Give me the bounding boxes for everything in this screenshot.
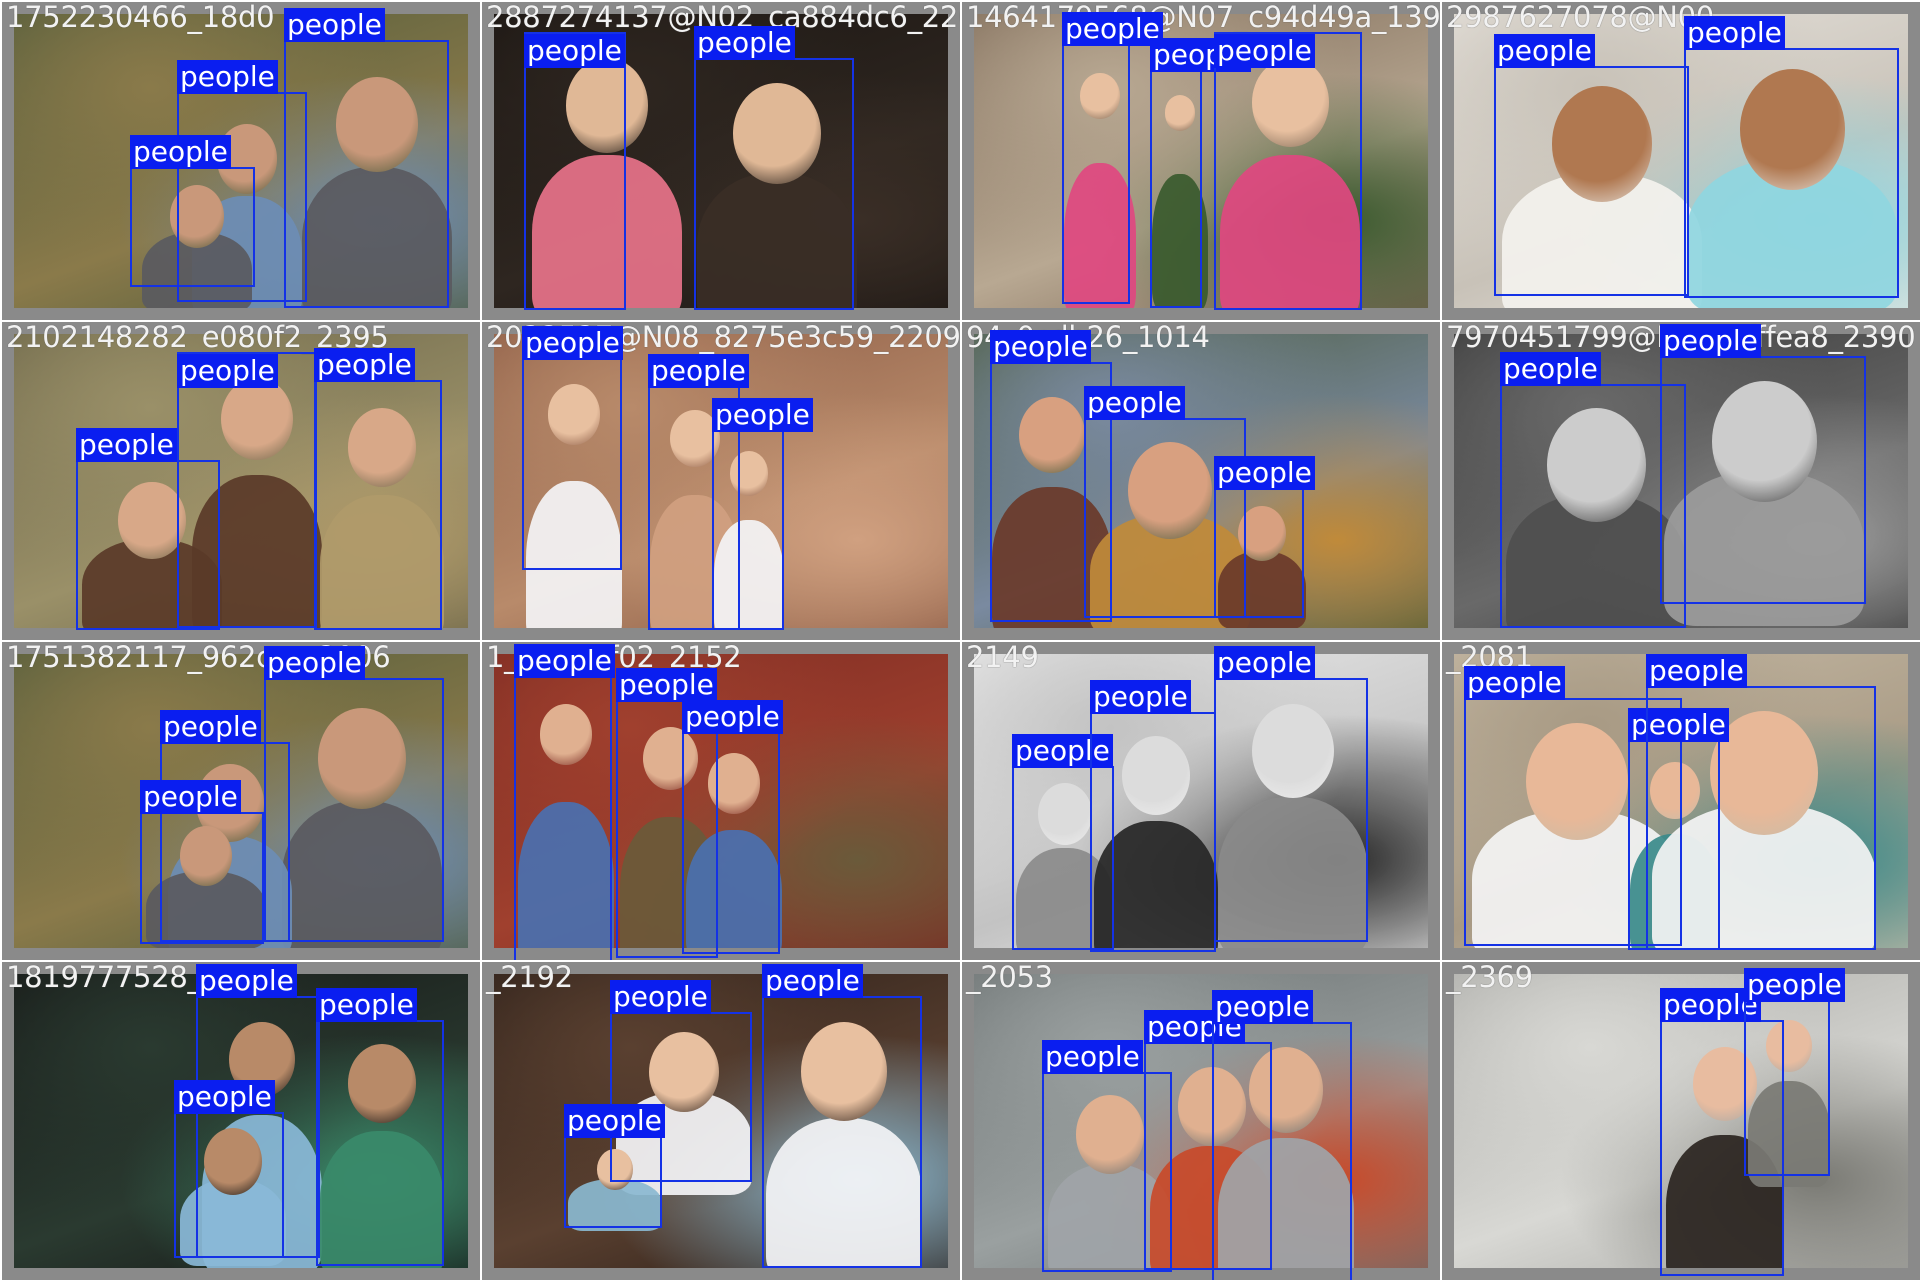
bounding-box: people (1646, 654, 1876, 950)
class-label: people (524, 34, 625, 68)
class-label: people (76, 428, 177, 462)
class-label: people (177, 354, 278, 388)
class-label: people (1500, 352, 1601, 386)
bounding-box: people (140, 780, 264, 944)
class-label: people (1214, 646, 1315, 680)
class-label: people (682, 700, 783, 734)
class-label: people (1042, 1040, 1143, 1074)
bounding-box: people (316, 988, 444, 1266)
class-label: people (160, 710, 261, 744)
tile-1: 1752230466_18d0 people people people (2, 2, 480, 320)
class-label: people (177, 60, 278, 94)
tile-14: _2192 people people people (482, 962, 960, 1280)
filename-label: _2192 (486, 962, 573, 994)
bounding-box: people (514, 644, 615, 960)
bounding-box: people (712, 398, 813, 630)
filename-label: 1752230466_18d0 (6, 2, 275, 34)
tile-15: _2053 people people people (962, 962, 1440, 1280)
bounding-box: people (1214, 456, 1315, 618)
tile-4: 2987627078@N00 people people (1442, 2, 1920, 320)
class-label: people (610, 980, 711, 1014)
class-label: people (316, 988, 417, 1022)
class-label: people (130, 135, 231, 169)
class-label: people (284, 8, 385, 42)
tile-16: _2369 people people (1442, 962, 1920, 1280)
bounding-box: people (682, 700, 783, 954)
bounding-box: people (1744, 968, 1845, 1176)
bounding-box: people (524, 32, 626, 310)
tile-5: 2102148282_e080f2_2395 people people people (2, 322, 480, 640)
filename-label: _2053 (966, 962, 1053, 994)
class-label: people (140, 780, 241, 814)
class-label: people (564, 1104, 665, 1138)
image-mosaic: 1752230466_18d0 people people people 2887274… (0, 0, 1920, 1280)
bounding-box: people (1062, 12, 1163, 304)
filename-label: 2149 (966, 642, 1039, 674)
tile-6: 2022527@N08_8275e3c59_2209 people people pe… (482, 322, 960, 640)
bounding-box: people (762, 964, 922, 1268)
bounding-box: people (174, 1080, 284, 1258)
class-label: people (1090, 680, 1191, 714)
tile-12: _2081 people people people (1442, 642, 1920, 960)
class-label: people (1464, 666, 1565, 700)
tile-2: 2887274137@N02_ca884dc6_2201 people people (482, 2, 960, 320)
bounding-box: people (1500, 352, 1686, 628)
class-label: people (762, 964, 863, 998)
class-label: people (990, 330, 1091, 364)
bounding-box: people (1090, 680, 1216, 952)
bounding-box: people (1684, 16, 1899, 298)
class-label: people (1494, 34, 1595, 68)
class-label: people (314, 348, 415, 382)
class-label: people (514, 644, 615, 678)
tile-11: 2149 people people people (962, 642, 1440, 960)
bounding-box: people (284, 8, 449, 308)
class-label: people (522, 326, 623, 360)
bounding-box: people (1212, 990, 1352, 1280)
bounding-box: people (264, 646, 444, 942)
class-label: people (174, 1080, 275, 1114)
bounding-box: people (1660, 324, 1866, 604)
bounding-box: people (1494, 34, 1689, 296)
class-label: people (1084, 386, 1185, 420)
bounding-box: people (76, 428, 220, 630)
bounding-box: people (1150, 38, 1251, 308)
bounding-box: people (522, 326, 623, 570)
bounding-box: people (130, 135, 255, 287)
class-label: people (1646, 654, 1747, 688)
tile-8: 7970451799@N00_efffea8_2390peoplepeople (1442, 322, 1920, 640)
tile-13: 1819777528_2152 people people people (2, 962, 480, 1280)
class-label: people (1214, 456, 1315, 490)
class-label: people (1062, 12, 1163, 46)
class-label: people (1684, 16, 1785, 50)
filename-label: _2369 (1446, 962, 1533, 994)
class-label: people (264, 646, 365, 680)
class-label: people (1660, 324, 1761, 358)
tile-7: 94_0cdb26_1014peoplepeoplepeople (962, 322, 1440, 640)
class-label: people (1214, 34, 1315, 68)
class-label: people (196, 964, 297, 998)
filename-label: 1464179568@N07_c94d49a_1391 (966, 2, 1440, 34)
bounding-box: people (1214, 32, 1362, 310)
bounding-box: people (694, 26, 854, 310)
class-label: people (616, 668, 717, 702)
tile-3: 1464179568@N07_c94d49a_1391 people people p… (962, 2, 1440, 320)
class-label: people (1744, 968, 1845, 1002)
bounding-box: people (1214, 646, 1368, 942)
class-label: people (1212, 990, 1313, 1024)
tile-9: 1751382117_962c_e_2006 people people people (2, 642, 480, 960)
bounding-box: people (564, 1104, 665, 1228)
filename-label: 2987627078@N00 (1446, 2, 1714, 34)
class-label: people (694, 26, 795, 60)
class-label: people (712, 398, 813, 432)
class-label: people (648, 354, 749, 388)
bounding-box: people (314, 348, 442, 630)
tile-10: 1_8a148f02_2152peoplepeoplepeople (482, 642, 960, 960)
